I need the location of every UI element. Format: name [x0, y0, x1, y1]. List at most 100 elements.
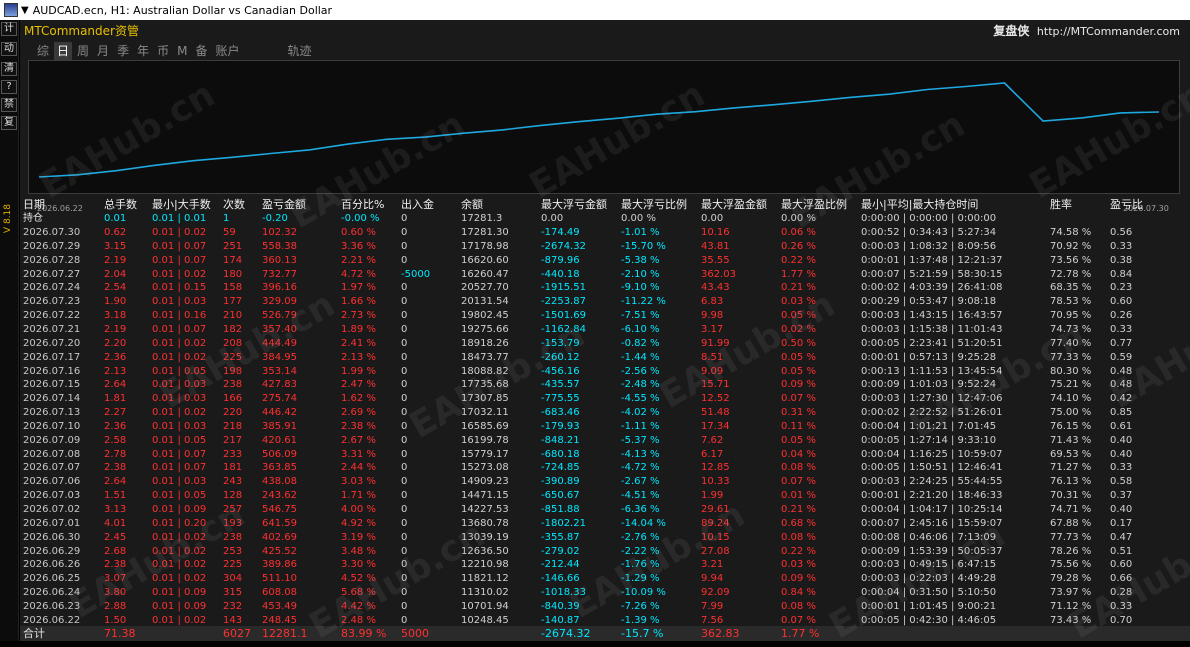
cell-4: 389.86: [262, 559, 297, 571]
cell-14: 0.56: [1110, 227, 1133, 238]
cell-6: 0: [401, 310, 408, 322]
tab-6[interactable]: 币: [154, 42, 172, 60]
cell-1: 2.19: [104, 254, 127, 266]
cell-13: 80.30 %: [1050, 365, 1092, 377]
cell-7: 13680.78: [461, 517, 509, 529]
clear-button[interactable]: 清: [1, 62, 17, 76]
total-cell-10: 362.83: [701, 627, 740, 640]
table-row: 2026.07.17 2.36 0.01 | 0.02 225 384.95 2.13 %…: [20, 351, 1190, 365]
cell-0: 2026.07.08: [23, 448, 81, 460]
cell-4: 360.13: [262, 254, 297, 266]
tab-7[interactable]: M: [174, 42, 190, 60]
cell-14: 盈亏比: [1110, 198, 1143, 211]
cell-12: 0:00:03 | 0:49:15 | 6:47:15: [861, 559, 997, 571]
cell-0: 2026.07.07: [23, 462, 81, 474]
cell-5: 4.72 %: [341, 268, 376, 280]
cell-1: 2.13: [104, 365, 127, 377]
cell-1: 0.01: [104, 213, 127, 224]
table-row: 2026.07.28 2.19 0.01 | 0.07 174 360.13 2.21 %…: [20, 254, 1190, 268]
tab-8[interactable]: 备: [192, 42, 210, 60]
cell-5: 4.52 %: [341, 573, 376, 585]
cell-9: -4.02 %: [621, 407, 660, 419]
tab-10[interactable]: 轨迹: [285, 42, 315, 60]
cell-13: 胜率: [1050, 198, 1072, 211]
cell-14: 0.84: [1110, 268, 1133, 280]
cell-2: 0.01 | 0.03: [152, 296, 207, 308]
tab-1[interactable]: 日: [54, 42, 73, 60]
cell-7: 14909.23: [461, 476, 509, 488]
cell-5: 1.97 %: [341, 282, 376, 294]
total-cell-5: 83.99 %: [341, 627, 387, 640]
cell-9: -7.51 %: [621, 310, 660, 322]
cell-8: -650.67: [541, 490, 580, 502]
cell-2: 0.01 | 0.02: [152, 407, 207, 419]
cell-13: 74.73 %: [1050, 323, 1092, 335]
cell-0: 2026.07.14: [23, 393, 81, 405]
help-button[interactable]: ?: [1, 80, 17, 94]
cell-7: 16199.78: [461, 434, 509, 446]
cell-12: 0:00:03 | 1:15:38 | 11:01:43: [861, 323, 1003, 335]
cell-14: 0.61: [1110, 420, 1133, 432]
cell-9: -1.76 %: [621, 559, 660, 571]
cell-7: 17307.85: [461, 393, 509, 405]
cell-6: 0: [401, 531, 408, 543]
brand[interactable]: 复盘侠 http://MTCommander.com: [993, 22, 1180, 39]
cell-1: 2.45: [104, 531, 127, 543]
cell-3: 315: [223, 587, 243, 599]
cell-3: 257: [223, 504, 243, 515]
cell-6: 0: [401, 434, 408, 446]
cell-14: 0.60: [1110, 296, 1133, 308]
cell-11: 0.21 %: [781, 282, 816, 294]
disable-button[interactable]: 禁: [1, 98, 17, 112]
cell-3: 208: [223, 337, 243, 349]
cell-3: 166: [223, 393, 243, 405]
cell-9: -4.55 %: [621, 393, 660, 405]
brand-url[interactable]: http://MTCommander.com: [1037, 25, 1180, 38]
move-icon[interactable]: 动: [1, 42, 17, 56]
cell-1: 2.04: [104, 268, 127, 280]
tab-4[interactable]: 季: [114, 42, 132, 60]
cell-4: 329.09: [262, 296, 297, 308]
table-row: 2026.07.15 2.64 0.01 | 0.03 238 427.83 2.47 %…: [20, 378, 1190, 392]
cell-1: 2.88: [104, 600, 127, 612]
cell-0: 2026.07.06: [23, 476, 81, 488]
cell-2: 0.01 | 0.05: [152, 434, 207, 446]
cell-7: 19275.66: [461, 323, 509, 335]
table-row: 2026.07.02 3.13 0.01 | 0.09 257 546.75 4.00 %…: [20, 503, 1190, 517]
cell-6: 0: [401, 254, 408, 266]
cell-13: 76.15 %: [1050, 420, 1092, 432]
cell-8: -848.21: [541, 434, 580, 446]
tab-2[interactable]: 周: [74, 42, 92, 60]
cell-2: 最小|大手数: [152, 198, 211, 211]
cell-3: 238: [223, 531, 243, 543]
cell-13: 78.26 %: [1050, 545, 1092, 557]
total-row: 合计 71.38 6027 12281.1 83.99 % 5000 -2674.32 -15…: [20, 626, 1190, 641]
cell-7: 20131.54: [461, 296, 509, 308]
tab-3[interactable]: 月: [94, 42, 112, 60]
table-row: 2026.07.08 2.78 0.01 | 0.07 233 506.09 3.31 %…: [20, 448, 1190, 462]
cell-13: 77.40 %: [1050, 337, 1092, 349]
cell-2: 0.01 | 0.15: [152, 282, 207, 294]
cell-0: 2026.07.29: [23, 240, 81, 252]
cell-12: 0:00:03 | 1:27:30 | 12:47:06: [861, 393, 1003, 405]
tab-0[interactable]: 综: [34, 42, 52, 60]
cell-0: 日期: [23, 198, 45, 211]
cell-3: 次数: [223, 198, 245, 211]
tab-5[interactable]: 年: [134, 42, 152, 60]
chevron-down-icon[interactable]: ▼: [21, 5, 29, 16]
cell-6: -5000: [401, 268, 431, 280]
cell-8: -840.39: [541, 600, 580, 612]
calculator-icon[interactable]: 计: [1, 22, 17, 36]
tab-9[interactable]: 账户: [212, 42, 242, 60]
restore-button[interactable]: 复: [1, 116, 17, 130]
cell-4: 558.38: [262, 240, 297, 252]
cell-10: 10.33: [701, 476, 730, 488]
equity-chart-svg: [38, 82, 1160, 178]
cell-5: 3.30 %: [341, 559, 376, 571]
table-row: 2026.07.10 2.36 0.01 | 0.03 218 385.91 2.38 %…: [20, 420, 1190, 434]
cell-0: 2026.07.01: [23, 517, 81, 529]
cell-4: 427.83: [262, 379, 297, 391]
cell-11: 0.22 %: [781, 545, 816, 557]
cell-12: 0:00:05 | 1:50:51 | 12:46:41: [861, 462, 1003, 474]
cell-14: 0.85: [1110, 407, 1133, 419]
